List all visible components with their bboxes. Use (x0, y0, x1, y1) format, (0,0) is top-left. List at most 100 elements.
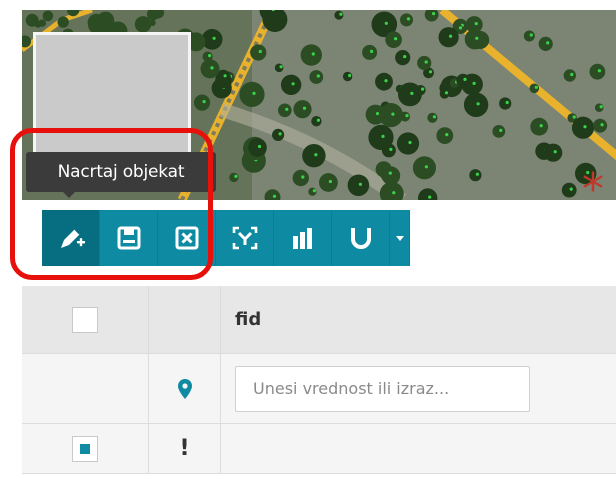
filter-input-cell: Unesi vrednost ili izraz... (221, 354, 616, 423)
map-point (432, 115, 436, 119)
map-point (572, 115, 576, 119)
map-tree (300, 44, 322, 66)
row-fid-cell[interactable] (221, 424, 616, 473)
map-tree (368, 124, 394, 150)
map-tree (134, 16, 152, 33)
column-header-fid[interactable]: fid (221, 286, 616, 353)
select-all-checkbox[interactable] (72, 306, 98, 333)
tooltip-arrow (62, 191, 76, 198)
map-point (358, 182, 362, 186)
map-point (599, 105, 603, 109)
map-point (384, 21, 388, 25)
header-spacer-cell (149, 286, 221, 353)
map-tree (427, 112, 438, 123)
map-point (314, 153, 318, 157)
table-header-row: fid (22, 286, 616, 354)
filter-input[interactable]: Unesi vrednost ili izraz... (235, 365, 530, 412)
map-tree (272, 128, 285, 141)
map-tree (396, 132, 420, 155)
cancel-button[interactable] (158, 210, 216, 266)
map-tree (563, 69, 576, 82)
map-tree (375, 72, 393, 91)
map-tree (412, 156, 436, 180)
tooltip: Nacrtaj objekat (26, 152, 216, 192)
map-point (534, 85, 538, 89)
save-button[interactable] (100, 210, 158, 266)
map-point (449, 34, 453, 38)
map-tree (492, 125, 506, 138)
map-point (234, 174, 238, 178)
map-point (600, 123, 604, 127)
map-point (339, 12, 343, 16)
map-tree (398, 82, 422, 107)
map-point (410, 91, 414, 95)
map-tree (149, 19, 156, 26)
map-tree (319, 173, 338, 192)
map-point (257, 144, 262, 149)
map-point (311, 52, 315, 56)
map-tree (561, 182, 577, 198)
map-point (316, 74, 320, 78)
map-tree (395, 50, 411, 66)
row-select-cell (22, 424, 149, 473)
map-point (529, 33, 533, 37)
map-tree (309, 70, 324, 84)
map-point (475, 172, 479, 176)
map-point (475, 36, 479, 40)
map-marker-icon[interactable] (177, 378, 193, 400)
map-point (403, 55, 407, 59)
table-row[interactable]: ! (22, 424, 616, 474)
map-tree (463, 92, 489, 118)
filter-spacer-cell (22, 354, 149, 423)
row-checkbox[interactable] (72, 435, 98, 462)
select-by-expression-icon (232, 226, 257, 250)
map-point (499, 128, 503, 132)
map-point (428, 70, 433, 74)
map-point (445, 133, 449, 137)
map-point (476, 102, 480, 106)
map-tree (229, 172, 239, 183)
map-tree (239, 81, 265, 107)
map-point (392, 191, 396, 195)
statistics-button[interactable] (274, 210, 332, 266)
map-tree (250, 44, 267, 61)
map-tree (538, 36, 553, 51)
row-status-indicator: ! (179, 436, 190, 461)
map-tree (439, 89, 450, 99)
map-point (208, 54, 212, 58)
map-tree (438, 27, 459, 48)
map-tree (380, 166, 397, 183)
snapping-button[interactable] (332, 210, 390, 266)
map-point (394, 37, 398, 41)
map-tree (278, 103, 292, 118)
map-point (474, 22, 478, 26)
row-status-cell: ! (149, 424, 221, 473)
draw-feature-button[interactable] (42, 210, 100, 266)
save-icon (117, 226, 140, 250)
map-point (505, 100, 509, 105)
map-point (597, 69, 602, 73)
map-point (546, 41, 550, 45)
map-point (312, 189, 316, 193)
snapping-options-dropdown[interactable] (390, 210, 410, 266)
select-by-expression-button[interactable] (216, 210, 274, 266)
cancel-icon (175, 226, 198, 250)
map-tree (194, 94, 211, 111)
map-point (301, 175, 305, 179)
map-tree (400, 13, 413, 27)
map-point (391, 112, 395, 116)
map-tree (378, 103, 403, 128)
map-point (583, 125, 587, 129)
filter-input-placeholder: Unesi vrednost ili izraz... (253, 379, 450, 398)
map-tree (456, 73, 470, 88)
map-point (424, 165, 428, 169)
map-point (258, 49, 262, 54)
map-point (388, 171, 392, 175)
map-tree (57, 16, 69, 28)
map-point (376, 112, 380, 116)
column-header-label: fid (235, 309, 262, 330)
map-point (316, 118, 320, 122)
map-tree (302, 144, 326, 168)
map-tree (499, 97, 512, 110)
map-point (405, 114, 409, 118)
